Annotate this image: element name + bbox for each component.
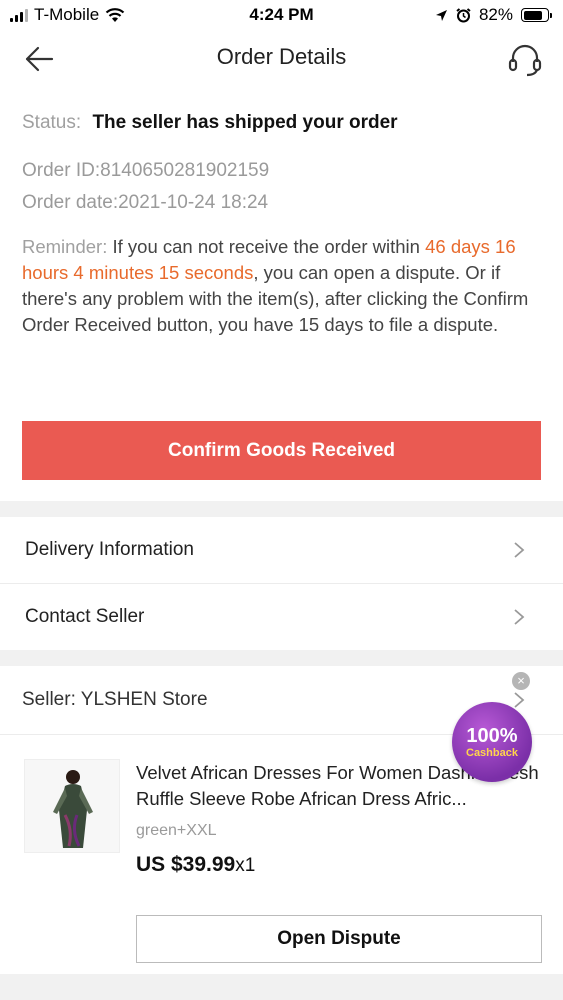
cashback-label: Cashback [466, 747, 518, 759]
battery-percent: 82% [478, 5, 513, 24]
product-price: US $39.99x1 [136, 853, 255, 877]
contact-seller-label: Contact Seller [25, 606, 145, 627]
chevron-right-icon [514, 692, 525, 708]
reminder-text: Reminder: If you can not receive the ord… [22, 234, 547, 338]
contact-seller-row[interactable]: Contact Seller [0, 584, 563, 650]
section-divider [0, 501, 563, 517]
status-bar: T-Mobile 4:24 PM 82% [0, 0, 563, 30]
status-right: 82% [435, 5, 552, 25]
seller-name: Seller: YLSHEN Store [22, 689, 208, 710]
reminder-part-1: If you can not receive the order within [107, 236, 426, 257]
order-date: Order date:2021-10-24 18:24 [22, 192, 269, 213]
section-divider [0, 974, 563, 1000]
dress-image [25, 760, 119, 852]
delivery-information-row[interactable]: Delivery Information [0, 517, 563, 583]
delivery-information-label: Delivery Information [25, 539, 194, 560]
page-title: Order Details [216, 44, 347, 69]
order-id: Order ID:8140650281902159 [22, 160, 270, 181]
quantity-value: x1 [235, 855, 256, 876]
cashback-badge[interactable]: 100% Cashback [452, 702, 532, 782]
customer-service-headset-icon[interactable] [505, 40, 545, 80]
confirm-goods-received-button[interactable]: Confirm Goods Received [22, 421, 541, 480]
location-arrow-icon [435, 9, 447, 21]
product-thumbnail[interactable] [24, 759, 120, 853]
close-icon[interactable]: × [512, 672, 530, 690]
open-dispute-button[interactable]: Open Dispute [136, 915, 542, 963]
chevron-right-icon [514, 542, 525, 558]
battery-icon [521, 8, 552, 22]
header: Order Details [0, 30, 563, 86]
status-label: Status: [22, 112, 82, 133]
product-variant: green+XXL [136, 822, 217, 839]
reminder-label: Reminder: [22, 236, 108, 257]
price-value: US $39.99 [136, 853, 236, 876]
chevron-right-icon [514, 609, 525, 625]
status-value: The seller has shipped your order [92, 112, 398, 133]
order-status: Status: The seller has shipped your orde… [22, 112, 398, 134]
alarm-icon [456, 7, 471, 22]
section-divider [0, 650, 563, 666]
cashback-percent: 100% [466, 725, 518, 747]
